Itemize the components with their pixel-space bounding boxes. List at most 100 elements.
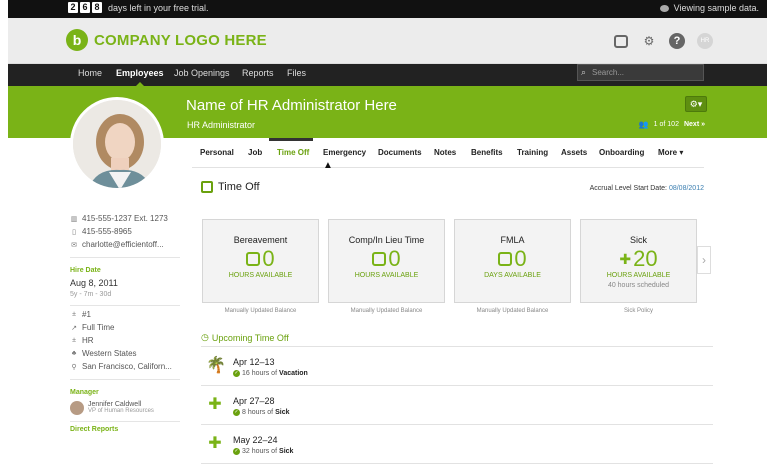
manager-card[interactable]: Jennifer Caldwell VP of Human Resources (70, 401, 180, 415)
employee-photo[interactable] (70, 97, 164, 191)
sidebar-email[interactable]: ✉ charlotte@efficientoff... (70, 238, 180, 251)
search-box[interactable]: ⌕ (577, 64, 704, 81)
card-value: 0 (388, 246, 401, 271)
upcoming-heading: ◷ Upcoming Time Off (201, 332, 289, 343)
sample-data-notice[interactable]: Viewing sample data. (659, 3, 759, 13)
tab-job[interactable]: Job (248, 148, 262, 157)
tab-more[interactable]: More ▾ (658, 148, 683, 157)
nav-files[interactable]: Files (287, 68, 306, 78)
nav-job-openings[interactable]: Job Openings (174, 68, 230, 78)
tab-notes[interactable]: Notes (434, 148, 456, 157)
card-note: Manually Updated Balance (224, 308, 297, 314)
inbox-icon (614, 34, 628, 48)
eye-icon (659, 4, 669, 12)
main-nav: Home Employees Job Openings Reports File… (8, 64, 767, 86)
upcoming-type: Sick (275, 409, 290, 416)
email-address[interactable]: charlotte@efficientoff... (82, 240, 164, 249)
badge-icon: ± (72, 311, 76, 318)
tab-time-off[interactable]: Time Off (277, 148, 309, 157)
accrual-start: Accrual Level Start Date: 08/08/2012 (590, 185, 704, 192)
check-icon: ✓ (233, 409, 240, 416)
time-off-card-comp-time[interactable]: Comp/In Lieu Time 0 HOURS AVAILABLE (328, 219, 445, 303)
manager-name[interactable]: Jennifer Caldwell (88, 401, 154, 408)
tab-onboarding[interactable]: Onboarding (599, 148, 644, 157)
upcoming-item[interactable]: ✚ May 22–24 ✓ 32 hours of Sick (201, 426, 713, 464)
trial-countdown: 2 6 8 days left in your free trial. (68, 2, 209, 13)
arrow-icon: ↗ (71, 324, 77, 332)
gear-icon: ⚙▾ (689, 99, 703, 109)
help-icon[interactable]: ? (669, 33, 685, 49)
cards-next-button[interactable]: › (697, 246, 711, 274)
bandage-icon: ✚ (208, 396, 222, 413)
company-logo[interactable]: b COMPANY LOGO HERE (66, 29, 267, 51)
card-value: 0 (514, 246, 527, 271)
upcoming-hours: 16 hours of (242, 370, 278, 377)
card-note: Sick Policy (623, 308, 653, 314)
card-unit: HOURS AVAILABLE (228, 272, 293, 279)
caret-down-icon: ▾ (679, 148, 684, 157)
nav-reports[interactable]: Reports (242, 68, 274, 78)
card-value: 20 (633, 246, 658, 271)
direct-reports-label: Direct Reports (70, 426, 119, 433)
sidebar-divider (70, 421, 180, 422)
department: HR (82, 336, 94, 345)
sidebar-location: ⚲ San Francisco, Californ... (70, 360, 180, 373)
location: San Francisco, Californ... (82, 362, 172, 371)
upcoming-item[interactable]: ✚ Apr 27–28 ✓ 8 hours of Sick (201, 387, 713, 425)
tab-more-label: More (658, 148, 678, 157)
tab-personal[interactable]: Personal (200, 148, 234, 157)
time-off-card-sick[interactable]: Sick ✚ 20 HOURS AVAILABLE 40 hours schedu… (580, 219, 697, 303)
upcoming-type: Vacation (279, 370, 308, 377)
sidebar-division: ♣ Western States (70, 347, 180, 360)
card-title: Bereavement (233, 235, 288, 245)
card-value: 0 (262, 246, 275, 271)
tab-assets[interactable]: Assets (561, 148, 587, 157)
nav-employees[interactable]: Employees (116, 68, 164, 78)
trial-digit: 8 (92, 2, 102, 13)
card-balance: 0 (455, 248, 570, 270)
employee-name: Name of HR Administrator Here (186, 97, 397, 114)
org-icon: ♣ (71, 350, 77, 357)
time-off-heading: Time Off (201, 181, 260, 193)
upcoming-type: Sick (279, 448, 294, 455)
check-icon: ✓ (233, 448, 240, 455)
tab-training[interactable]: Training (517, 148, 548, 157)
upcoming-date: Apr 12–13 (233, 357, 275, 367)
accrual-date-link[interactable]: 08/08/2012 (669, 185, 704, 192)
sidebar-status: ↗ Full Time (70, 321, 180, 334)
upcoming-date: May 22–24 (233, 435, 278, 445)
app-frame: 2 6 8 days left in your free trial. View… (8, 0, 767, 470)
manager-label: Manager (70, 389, 99, 396)
hire-date: Aug 8, 2011 (70, 278, 118, 288)
sidebar-department: ± HR (70, 334, 180, 347)
inbox-button[interactable] (613, 33, 629, 49)
pager-count: 1 of 102 (653, 121, 679, 128)
employee-number: #1 (82, 310, 91, 319)
settings-button[interactable]: ⚙ (641, 33, 657, 49)
app-header: b COMPANY LOGO HERE ⚙ ? HR (8, 18, 767, 64)
mobile-phone: 415-555-8965 (82, 227, 132, 236)
upcoming-date: Apr 27–28 (233, 396, 275, 406)
employee-settings-button[interactable]: ⚙▾ (685, 96, 707, 112)
employee-sidebar: ▥ 415-555-1237 Ext. 1273 ▯ 415-555-8965 ✉ c… (70, 212, 180, 436)
hire-date-label: Hire Date (70, 267, 101, 274)
employee-pager: 👥 1 of 102 Next » (639, 120, 705, 129)
balance-icon (246, 252, 261, 266)
tab-emergency[interactable]: Emergency (323, 148, 366, 157)
time-off-title: Time Off (218, 181, 260, 193)
tab-documents[interactable]: Documents (378, 148, 422, 157)
time-off-icon (201, 181, 213, 193)
nav-home[interactable]: Home (78, 68, 102, 78)
people-icon: ± (72, 337, 76, 344)
time-off-card-bereavement[interactable]: Bereavement 0 HOURS AVAILABLE (202, 219, 319, 303)
balance-icon (498, 252, 513, 266)
next-employee-link[interactable]: Next » (684, 121, 705, 128)
upcoming-item[interactable]: 🌴 Apr 12–13 ✓ 16 hours of Vacation (201, 348, 713, 386)
map-pin-icon: ⚲ (71, 363, 77, 371)
user-avatar[interactable]: HR (697, 33, 713, 49)
manager-avatar (70, 401, 84, 415)
trial-digit: 6 (80, 2, 90, 13)
tab-benefits[interactable]: Benefits (471, 148, 503, 157)
search-input[interactable] (592, 68, 702, 77)
time-off-card-fmla[interactable]: FMLA 0 DAYS AVAILABLE (454, 219, 571, 303)
